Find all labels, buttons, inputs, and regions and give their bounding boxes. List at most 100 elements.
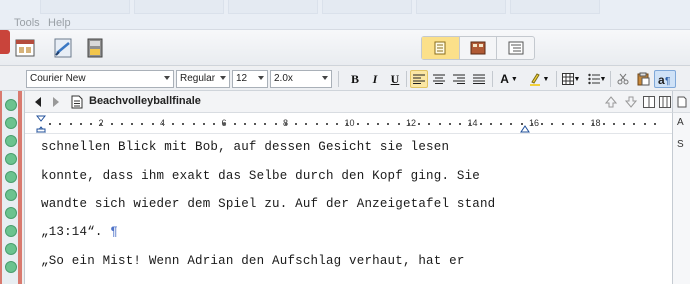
ruler-tick — [49, 123, 51, 125]
ruler-tick — [172, 123, 174, 125]
status-dot-icon[interactable] — [5, 261, 17, 273]
ruler-tick — [387, 123, 389, 125]
binder-toggle-button[interactable] — [0, 30, 10, 54]
status-dot-icon[interactable] — [5, 135, 17, 147]
align-center-button[interactable] — [430, 70, 448, 88]
binder-collapsed-gutter — [0, 91, 22, 284]
underline-button[interactable]: U — [386, 70, 404, 88]
quick-reference-icon[interactable] — [50, 35, 76, 61]
paste-button[interactable] — [634, 70, 652, 88]
ruler-tick — [100, 123, 102, 125]
ruler-tick — [398, 123, 400, 125]
clipboard-icon — [637, 72, 650, 86]
ghost-tab — [416, 0, 506, 14]
align-justify-button[interactable] — [470, 70, 488, 88]
menu-tools[interactable]: Tools — [14, 17, 40, 29]
ruler-tick — [90, 123, 92, 125]
align-left-button[interactable] — [410, 70, 428, 88]
main-toolbar — [0, 30, 690, 66]
status-dot-icon[interactable] — [5, 243, 17, 255]
split-view-icon[interactable] — [659, 96, 671, 108]
ruler-tick — [244, 123, 246, 125]
status-dot-icon[interactable] — [5, 207, 17, 219]
page-view-icon — [434, 41, 446, 55]
bold-button[interactable]: B — [346, 70, 364, 88]
menu-bar: Tools Help — [0, 0, 690, 30]
chevron-down-icon — [164, 76, 170, 80]
indent-marker-icon[interactable] — [36, 115, 46, 133]
font-family-select[interactable]: Courier New — [26, 70, 174, 88]
status-dot-icon[interactable] — [5, 117, 17, 129]
list-button[interactable]: ▼ — [586, 70, 608, 88]
ruler-tick — [531, 123, 533, 125]
align-justify-icon — [473, 74, 485, 84]
chevron-down-icon: ▼ — [573, 75, 581, 83]
align-center-icon — [433, 74, 445, 84]
ruler-tick — [254, 123, 256, 125]
ruler-tick — [70, 123, 72, 125]
status-dot-icon[interactable] — [5, 189, 17, 201]
arrow-down-icon[interactable] — [625, 96, 637, 108]
ruler-tick — [316, 123, 318, 125]
status-dot-icon[interactable] — [5, 171, 17, 183]
ruler-tick — [152, 123, 154, 125]
chevron-down-icon: ▼ — [542, 75, 550, 83]
editor-text[interactable]: schnellen Blick mit Bob, auf dessen Gesi… — [41, 136, 661, 284]
invisibles-toggle-button[interactable]: a ¶ — [654, 70, 676, 88]
ruler-tick — [295, 123, 297, 125]
ruler-tick — [346, 123, 348, 125]
font-style-value: Regular — [180, 73, 216, 84]
ruler-tick — [305, 123, 307, 125]
align-right-button[interactable] — [450, 70, 468, 88]
outline-icon — [508, 41, 524, 55]
ruler-tick — [141, 123, 143, 125]
status-dot-icon[interactable] — [5, 99, 17, 111]
ruler-tick — [275, 123, 277, 125]
align-left-icon — [413, 74, 425, 84]
divider — [556, 71, 557, 87]
text-color-button[interactable]: A ▼ — [496, 70, 522, 88]
inspector-icon[interactable] — [12, 35, 38, 61]
split-view-icon[interactable] — [643, 96, 655, 108]
document-icon[interactable] — [71, 95, 83, 109]
font-size-select[interactable]: 12 — [232, 70, 268, 88]
snapshot-icon[interactable] — [82, 35, 108, 61]
status-dot-icon[interactable] — [5, 225, 17, 237]
line-spacing-select[interactable]: 2.0x — [270, 70, 332, 88]
font-style-select[interactable]: Regular — [176, 70, 230, 88]
document-title: Beachvolleyballfinale — [89, 95, 201, 107]
text-line: wandte sich wieder dem Spiel zu. Auf der… — [41, 197, 496, 211]
ruler-tick — [572, 123, 574, 125]
ruler-tick — [592, 123, 594, 125]
italic-button[interactable]: I — [366, 70, 384, 88]
chevron-down-icon — [258, 76, 264, 80]
arrow-up-icon[interactable] — [605, 96, 617, 108]
outline-view-button[interactable] — [497, 37, 534, 59]
ruler-tick — [480, 123, 482, 125]
chevron-down-icon — [220, 76, 226, 80]
table-button[interactable]: ▼ — [560, 70, 582, 88]
highlight-button[interactable]: ▼ — [526, 70, 552, 88]
ruler-tick — [193, 123, 195, 125]
inspector-tab[interactable]: S — [677, 139, 684, 150]
chevron-down-icon — [322, 76, 328, 80]
document-icon[interactable] — [677, 96, 687, 108]
text-line: „13:14“. ¶ — [41, 225, 118, 239]
status-dot-icon[interactable] — [5, 153, 17, 165]
ghost-tab — [322, 0, 412, 14]
ruler-tick — [162, 123, 164, 125]
forward-arrow-icon[interactable] — [51, 97, 61, 107]
ruler-tick — [418, 123, 420, 125]
back-arrow-icon[interactable] — [33, 97, 43, 107]
menu-help[interactable]: Help — [48, 17, 71, 29]
ruler-tick — [357, 123, 359, 125]
svg-text:a: a — [658, 73, 665, 86]
inspector-tab[interactable]: A — [677, 117, 684, 128]
divider — [338, 71, 339, 87]
cut-button[interactable] — [614, 70, 632, 88]
corkboard-view-button[interactable] — [460, 37, 498, 59]
scrivenings-view-button[interactable] — [422, 37, 460, 59]
ruler[interactable]: 24681012141618 — [25, 114, 673, 134]
divider — [492, 71, 493, 87]
ruler-tick — [551, 123, 553, 125]
